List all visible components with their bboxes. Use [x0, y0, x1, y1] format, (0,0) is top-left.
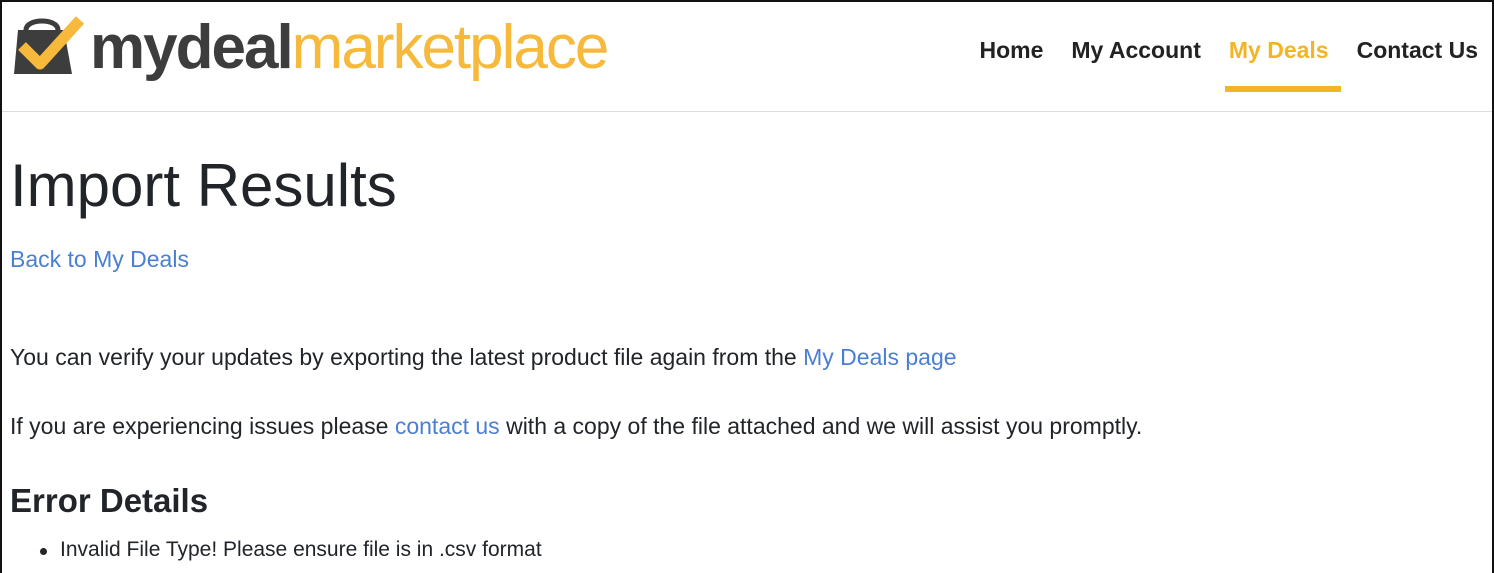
logo-text-bold: mydeal: [90, 13, 294, 82]
page-frame: mydealmarketplace Home My Account My Dea…: [0, 0, 1494, 573]
shopping-bag-check-icon: [14, 16, 84, 74]
verify-text: You can verify your updates by exporting…: [10, 344, 804, 370]
error-message: Invalid File Type! Please ensure file is…: [60, 538, 542, 561]
nav-item-home[interactable]: Home: [979, 2, 1043, 98]
verify-paragraph: You can verify your updates by exporting…: [10, 344, 957, 371]
site-logo[interactable]: mydealmarketplace: [12, 12, 609, 84]
my-deals-page-link[interactable]: My Deals page: [803, 344, 956, 370]
contact-us-link[interactable]: contact us: [395, 413, 500, 439]
issues-text-after: with a copy of the file attached and we …: [499, 413, 1143, 439]
issues-text-before: If you are experiencing issues please: [10, 413, 395, 439]
logo-wordmark: mydealmarketplace: [90, 17, 609, 79]
issues-paragraph: If you are experiencing issues please co…: [10, 413, 1142, 440]
main-nav: Home My Account My Deals Contact Us: [951, 2, 1478, 98]
back-to-my-deals-link[interactable]: Back to My Deals: [10, 246, 189, 273]
logo-text-light: marketplace: [291, 13, 610, 82]
nav-item-contact-us[interactable]: Contact Us: [1357, 2, 1478, 98]
site-header: mydealmarketplace Home My Account My Dea…: [2, 2, 1492, 112]
nav-item-my-account[interactable]: My Account: [1071, 2, 1201, 98]
bullet-icon: [40, 548, 47, 555]
page-title: Import Results: [10, 152, 397, 219]
error-details-heading: Error Details: [10, 482, 209, 519]
nav-item-my-deals[interactable]: My Deals: [1224, 2, 1341, 98]
error-list: Invalid File Type! Please ensure file is…: [40, 538, 542, 562]
list-item: Invalid File Type! Please ensure file is…: [40, 538, 542, 562]
